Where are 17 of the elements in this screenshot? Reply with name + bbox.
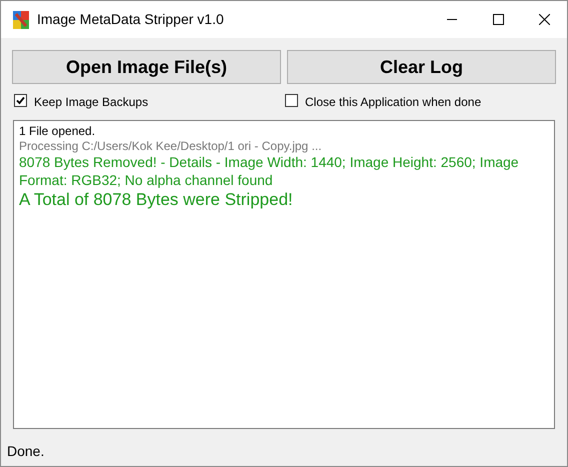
log-line: Processing C:/Users/Kok Kee/Desktop/1 ori - Copy.jpg ... [19,139,322,154]
option-label: Keep Image Backups [34,94,148,111]
window-title: Image MetaData Stripper v1.0 [37,10,225,29]
clear-log-button[interactable]: Clear Log [287,50,556,84]
log-line: A Total of 8078 Bytes were Stripped! [19,189,293,210]
checkbox[interactable] [285,94,298,107]
app-logo-icon [13,10,29,28]
log-line: 8078 Bytes Removed! - Details - Image Width: 1440; Image Height: 2560; Image Format: RGB32; No alpha channel found [19,154,520,189]
open-files-button[interactable]: Open Image File(s) [12,50,281,84]
maximize-icon [492,14,504,25]
checkmark-icon [16,96,25,105]
log-line: 1 File opened. [19,124,96,139]
option-label: Close this Application when done [305,94,482,111]
close-icon [538,14,550,25]
checkbox[interactable] [14,94,27,107]
status-text: Done. [7,442,44,461]
minimize-icon [447,19,457,20]
